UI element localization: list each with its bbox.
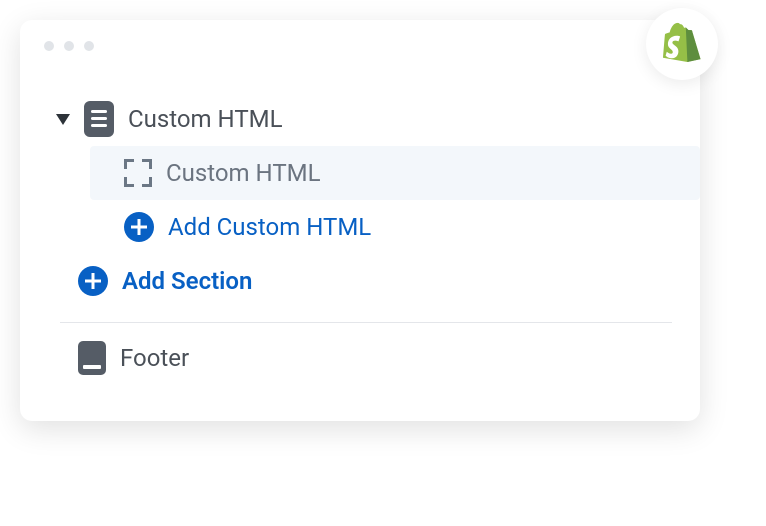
sections-list: Custom HTML Custom HTML Add Custom HTML … [20, 72, 700, 421]
add-block-button[interactable]: Add Custom HTML [20, 200, 700, 254]
footer-section-icon [78, 341, 106, 375]
section-row-footer[interactable]: Footer [20, 331, 700, 385]
section-title: Custom HTML [128, 105, 283, 133]
window-controls[interactable] [44, 41, 94, 51]
minimize-dot[interactable] [64, 41, 74, 51]
zoom-dot[interactable] [84, 41, 94, 51]
footer-label: Footer [120, 344, 189, 372]
divider [60, 322, 672, 323]
add-block-label: Add Custom HTML [168, 213, 371, 241]
shopify-icon [663, 22, 701, 66]
close-dot[interactable] [44, 41, 54, 51]
section-row-custom-html[interactable]: Custom HTML [20, 92, 700, 146]
plus-circle-icon [124, 212, 154, 242]
block-label: Custom HTML [166, 159, 321, 187]
focus-brackets-icon [124, 159, 152, 187]
add-section-button[interactable]: Add Section [20, 254, 700, 308]
plus-circle-icon [78, 266, 108, 296]
content-section-icon [84, 101, 114, 137]
chevron-down-icon[interactable] [56, 114, 70, 125]
theme-editor-panel: Custom HTML Custom HTML Add Custom HTML … [20, 20, 700, 421]
window-titlebar [20, 20, 700, 72]
block-row-custom-html[interactable]: Custom HTML [90, 146, 700, 200]
add-section-label: Add Section [122, 267, 252, 295]
shopify-badge [646, 8, 718, 80]
